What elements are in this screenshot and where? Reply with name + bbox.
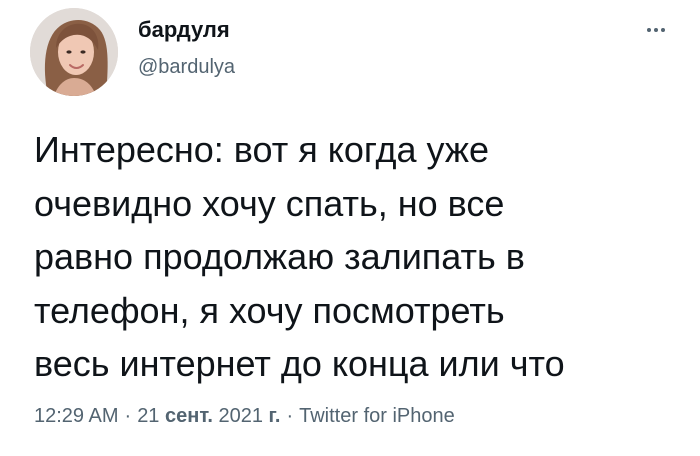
tweet-date-day[interactable]: 21 [137, 405, 159, 427]
tweet-source[interactable]: Twitter for iPhone [299, 405, 455, 427]
user-handle[interactable]: @bardulya [138, 54, 235, 80]
profile-photo-icon [30, 8, 118, 96]
meta-separator: · [124, 405, 132, 427]
tweet-card: бардуля @bardulya Интересно: вот я когда… [0, 0, 700, 456]
more-options-button[interactable] [636, 18, 676, 42]
tweet-date-month[interactable]: сент. [165, 405, 213, 427]
tweet-metadata: 12:29 AM · 21 сент. 2021 г. · Twitter for iP… [34, 402, 455, 430]
display-name[interactable]: бардуля [138, 16, 230, 44]
tweet-date-year[interactable]: 2021 [218, 405, 263, 427]
tweet-text: Интересно: вот я когда уже очевидно хочу… [34, 129, 565, 384]
avatar[interactable] [30, 8, 118, 96]
tweet-date-suffix[interactable]: г. [269, 405, 281, 427]
tweet-time[interactable]: 12:29 AM [34, 405, 119, 427]
meta-separator: · [286, 405, 294, 427]
more-horizontal-icon [647, 28, 665, 32]
